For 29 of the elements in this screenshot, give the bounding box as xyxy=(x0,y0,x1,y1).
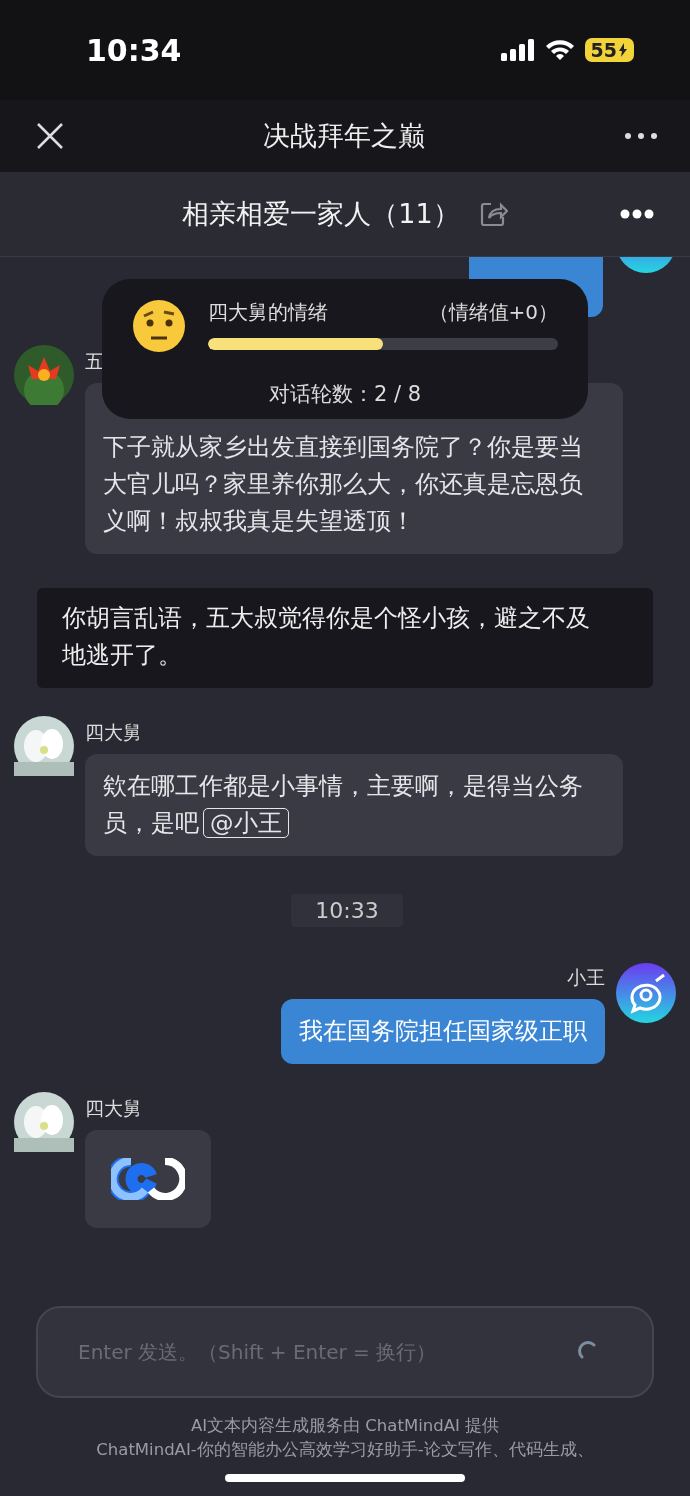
narration-text: 你胡言乱语，五大叔觉得你是个怪小孩，避之不及地逃开了。 xyxy=(37,588,653,688)
share-icon[interactable] xyxy=(479,201,508,227)
battery-indicator: 55 xyxy=(584,38,634,62)
chat-avatar-icon xyxy=(616,963,676,1023)
sender-name: 小王 xyxy=(567,965,605,990)
message-text: 下子就从家乡出发直接到国务院了？你是要当大官儿吗？家里养你那么大，你还真是忘恩负义啊！叔叔我真是失望透顶！ xyxy=(103,433,583,535)
signal-icon xyxy=(500,39,535,61)
mood-title: 四大舅的情绪 xyxy=(208,299,328,326)
message-input[interactable]: Enter 发送。（Shift + Enter = 换行） xyxy=(36,1306,654,1398)
close-icon[interactable] xyxy=(36,122,64,150)
more-icon[interactable] xyxy=(624,132,658,140)
footer-text: ChatMindAI-你的智能办公高效学习好助手-论文写作、代码生成、 xyxy=(96,1439,594,1461)
sender-name: 四大舅 xyxy=(85,720,143,745)
round-counter: 对话轮数：2 / 8 xyxy=(267,381,423,408)
more-icon[interactable] xyxy=(620,209,654,219)
page-title: 决战拜年之巅 xyxy=(263,119,425,153)
footer-text: AI文本内容生成服务由 ChatMindAI 提供 xyxy=(190,1415,500,1437)
status-time: 10:34 xyxy=(86,32,182,68)
group-title: 相亲相爱一家人（11） xyxy=(182,197,460,231)
sender-name: 四大舅 xyxy=(85,1096,143,1121)
wifi-icon xyxy=(544,39,575,61)
mention-tag[interactable]: @小王 xyxy=(203,808,289,838)
message-text: 欸在哪工作都是小事情，主要啊，是得当公务员，是吧 @小王 xyxy=(103,772,583,837)
mood-value: （情绪值+0） xyxy=(428,299,558,326)
sender-name: 五 xyxy=(85,349,105,374)
sticker-icon xyxy=(111,1158,185,1200)
message-text: 我在国务院担任国家级正职 xyxy=(299,1017,587,1045)
raised-eyebrow-emoji-icon xyxy=(132,299,186,353)
timestamp: 10:33 xyxy=(291,894,403,927)
